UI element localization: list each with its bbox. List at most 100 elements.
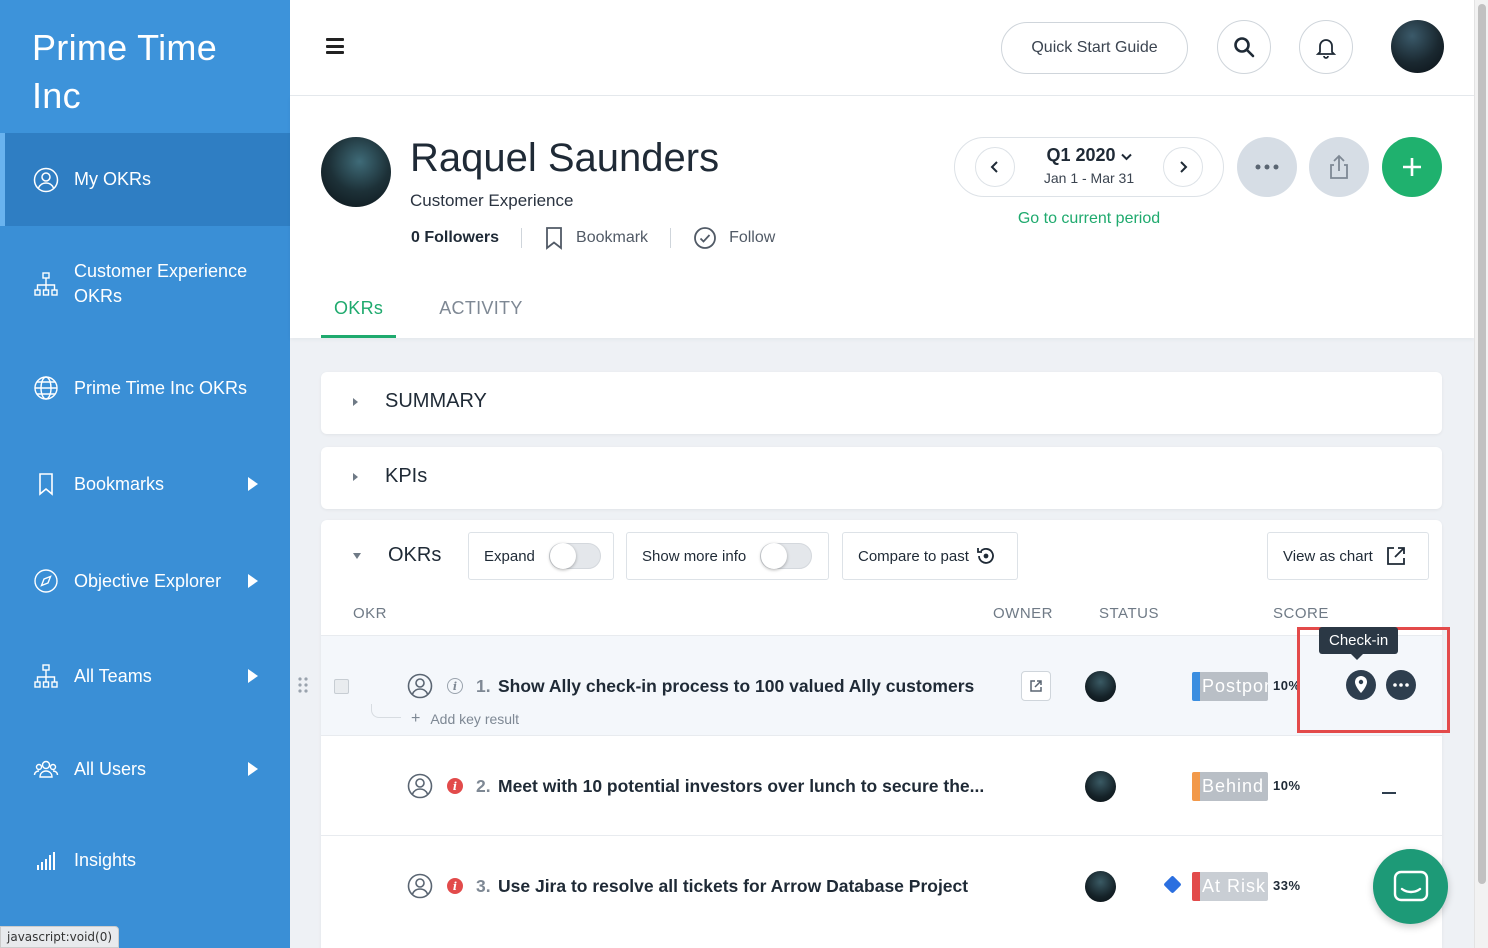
- no-checkin-dash: [1382, 792, 1396, 794]
- okr-score: 33%: [1273, 878, 1301, 893]
- org-chart-icon: [32, 270, 60, 298]
- status-badge[interactable]: Behind: [1192, 772, 1268, 801]
- scrollbar[interactable]: [1474, 0, 1488, 948]
- status-badge[interactable]: Postponed: [1192, 672, 1268, 701]
- divider: [521, 228, 523, 248]
- owner-avatar[interactable]: [1085, 871, 1116, 902]
- bar-chart-icon: [32, 846, 60, 874]
- drag-handle-icon[interactable]: [298, 677, 308, 693]
- chat-button[interactable]: [1373, 849, 1448, 924]
- hamburger-menu-icon[interactable]: [326, 38, 344, 54]
- okr-title[interactable]: Meet with 10 potential investors over lu…: [498, 776, 984, 797]
- period-selector: Q1 2020 Jan 1 - Mar 31: [954, 137, 1224, 197]
- share-icon: [1330, 154, 1348, 179]
- notifications-button[interactable]: [1299, 20, 1353, 74]
- chevron-right-icon: [248, 669, 258, 683]
- follow-row: 0 Followers Bookmark Follow: [411, 224, 775, 252]
- tab-okrs[interactable]: OKRs: [321, 292, 397, 338]
- expand-switch[interactable]: [548, 543, 601, 569]
- add-key-result-link[interactable]: + Add key result: [411, 710, 519, 728]
- sidebar-item-my-okrs[interactable]: My OKRs: [0, 133, 290, 226]
- org-chart-icon: [32, 662, 60, 690]
- globe-icon: [32, 374, 60, 402]
- status-label: At Risk: [1200, 872, 1268, 901]
- okrs-panel: OKRs Expand Show more info Compare to pa…: [298, 520, 1450, 948]
- show-more-info-label: Show more info: [642, 547, 747, 565]
- row-checkbox[interactable]: [334, 679, 349, 694]
- expand-toggle[interactable]: Expand: [468, 532, 614, 580]
- okrs-title: OKRs: [388, 544, 442, 566]
- sidebar-item-label: Prime Time Inc OKRs: [74, 377, 248, 398]
- okr-title[interactable]: Show Ally check-in process to 100 valued…: [498, 676, 974, 697]
- users-icon: [32, 755, 60, 783]
- sidebar-item-label: All Users: [74, 758, 147, 779]
- scrollbar-thumb[interactable]: [1478, 4, 1486, 884]
- connector-line: [371, 704, 401, 718]
- check-circle-icon: [694, 227, 716, 249]
- okr-number: 2.: [476, 776, 491, 796]
- external-link-icon: [1030, 680, 1042, 692]
- okr-number: 3.: [476, 876, 491, 896]
- follow-button[interactable]: Follow: [693, 226, 775, 250]
- sidebar-item-label: Bookmarks: [74, 473, 165, 494]
- add-button[interactable]: [1382, 137, 1442, 197]
- okrs-toggle[interactable]: OKRs: [353, 544, 441, 567]
- sidebar-item-objective-explorer[interactable]: Objective Explorer: [0, 558, 290, 604]
- profile-team: Customer Experience: [410, 191, 574, 210]
- sidebar-item-label: Objective Explorer: [74, 570, 222, 591]
- row-more-button[interactable]: [1386, 670, 1416, 700]
- owner-avatar[interactable]: [1085, 771, 1116, 802]
- status-badge[interactable]: At Risk: [1192, 872, 1268, 901]
- sidebar-item-insights[interactable]: Insights: [0, 837, 290, 883]
- sidebar-item-customer-experience-okrs[interactable]: Customer Experience OKRs: [0, 245, 290, 323]
- chevron-right-icon: [248, 477, 258, 491]
- okr-title[interactable]: Use Jira to resolve all tickets for Arro…: [498, 876, 968, 897]
- status-color-bar: [1192, 672, 1200, 701]
- ellipsis-icon: [1255, 164, 1279, 170]
- search-button[interactable]: [1217, 20, 1271, 74]
- quick-start-guide-button[interactable]: Quick Start Guide: [1001, 22, 1188, 74]
- info-icon[interactable]: i: [447, 678, 463, 694]
- followers-count[interactable]: 0 Followers: [411, 229, 499, 247]
- sidebar-item-label: Insights: [74, 849, 137, 870]
- check-in-button[interactable]: [1346, 670, 1376, 700]
- okr-number: 1.: [476, 676, 491, 696]
- profile-avatar: [321, 137, 391, 207]
- sidebar-item-all-users[interactable]: All Users: [0, 746, 290, 792]
- sidebar-item-all-teams[interactable]: All Teams: [0, 653, 290, 699]
- jira-icon[interactable]: [1163, 875, 1182, 894]
- tab-activity[interactable]: ACTIVITY: [426, 292, 535, 338]
- status-label: Postponed: [1200, 672, 1268, 701]
- sidebar-item-label: My OKRs: [74, 169, 152, 189]
- compass-icon: [32, 567, 60, 595]
- sidebar-item-bookmarks[interactable]: Bookmarks: [0, 461, 290, 507]
- sidebar-item-prime-time-okrs[interactable]: Prime Time Inc OKRs: [0, 365, 290, 411]
- sidebar-item-label: Customer Experience: [74, 261, 248, 281]
- open-details-button[interactable]: [1021, 671, 1051, 701]
- kpis-toggle[interactable]: KPIs: [353, 465, 427, 488]
- show-more-info-switch[interactable]: [760, 543, 813, 569]
- bell-icon: [1315, 39, 1337, 59]
- next-period-button[interactable]: [1163, 147, 1203, 187]
- okr-row[interactable]: i 1. Show Ally check-in process to 100 v…: [298, 627, 1450, 735]
- bookmark-button[interactable]: Bookmark: [544, 226, 648, 250]
- okr-row[interactable]: i 3. Use Jira to resolve all tickets for…: [321, 835, 1442, 935]
- compare-to-past-button[interactable]: Compare to past: [842, 532, 1018, 580]
- brand-logo[interactable]: Prime Time Inc: [0, 0, 290, 133]
- share-button[interactable]: [1309, 137, 1369, 197]
- okr-score: 10%: [1273, 778, 1301, 793]
- view-as-chart-button[interactable]: View as chart: [1267, 532, 1429, 580]
- divider: [670, 228, 672, 248]
- alert-icon[interactable]: i: [447, 878, 463, 894]
- summary-toggle[interactable]: SUMMARY: [353, 390, 487, 413]
- user-avatar[interactable]: [1391, 20, 1444, 73]
- okr-row[interactable]: i 2. Meet with 10 potential investors ov…: [321, 735, 1442, 835]
- go-to-current-period-link[interactable]: Go to current period: [954, 210, 1224, 228]
- alert-icon[interactable]: i: [447, 778, 463, 794]
- profile-header: Raquel Saunders Customer Experience 0 Fo…: [290, 96, 1474, 338]
- owner-avatar[interactable]: [1085, 671, 1116, 702]
- show-more-info-toggle[interactable]: Show more info: [626, 532, 829, 580]
- status-label: Behind: [1200, 772, 1268, 801]
- main-content: Raquel Saunders Customer Experience 0 Fo…: [290, 96, 1474, 948]
- more-options-button[interactable]: [1237, 137, 1297, 197]
